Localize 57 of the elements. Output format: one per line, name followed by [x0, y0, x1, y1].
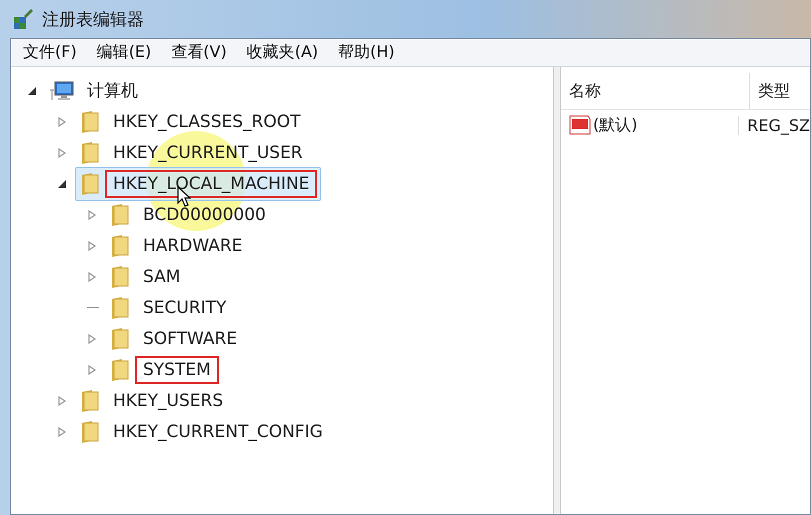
folder-icon: [79, 110, 101, 134]
menu-item[interactable]: 帮助(H): [338, 40, 395, 65]
collapsed-arrow-icon[interactable]: [87, 364, 97, 374]
folder-icon: [79, 388, 101, 412]
string-value-icon: [569, 115, 591, 135]
collapsed-arrow-icon[interactable]: [87, 272, 97, 282]
tree-item-label: SAM: [142, 266, 182, 288]
tree-item[interactable]: SOFTWARE: [105, 322, 250, 356]
value-type: REG_SZ: [738, 116, 810, 134]
tree-item[interactable]: HKEY_USERS: [75, 384, 236, 418]
menu-item[interactable]: 编辑(E): [96, 40, 152, 65]
collapsed-arrow-icon[interactable]: [57, 148, 67, 158]
collapsed-arrow-icon[interactable]: [57, 396, 67, 406]
tree-item[interactable]: BCD00000000: [105, 198, 278, 232]
tree-item-label: SYSTEM: [135, 356, 219, 384]
registry-editor-icon: [12, 8, 34, 30]
folder-icon: [79, 172, 101, 196]
folder-icon: [109, 358, 131, 382]
tree-item[interactable]: HARDWARE: [105, 228, 254, 262]
collapsed-arrow-icon[interactable]: [57, 116, 67, 126]
tree-item-label: HKEY_USERS: [112, 390, 224, 412]
tree-item-label: HKEY_CURRENT_USER: [112, 142, 304, 164]
folder-icon: [79, 420, 101, 444]
tree-item-label: HKEY_CURRENT_CONFIG: [112, 420, 324, 444]
column-header[interactable]: 类型: [749, 73, 810, 109]
tree-item-label: HKEY_CLASSES_ROOT: [112, 110, 302, 134]
tree-item-label: 计算机: [86, 80, 139, 103]
expanded-arrow-icon[interactable]: [57, 178, 67, 188]
tree-item[interactable]: HKEY_CURRENT_CONFIG: [75, 414, 335, 448]
menu-item[interactable]: 查看(V): [171, 40, 227, 65]
tree-item[interactable]: SYSTEM: [105, 352, 223, 386]
folder-icon: [79, 140, 101, 164]
collapsed-arrow-icon[interactable]: [57, 426, 67, 436]
collapsed-arrow-icon[interactable]: [87, 240, 97, 250]
window-title: 注册表编辑器: [42, 8, 144, 30]
folder-icon: [109, 296, 131, 320]
tree-item[interactable]: HKEY_CURRENT_USER: [75, 136, 315, 170]
column-header[interactable]: 名称: [561, 73, 749, 109]
tree-item[interactable]: SAM: [105, 260, 192, 294]
folder-icon: [109, 264, 131, 288]
value-name: (默认): [593, 114, 638, 136]
folder-icon: [109, 202, 131, 226]
folder-icon: [109, 326, 131, 350]
tree-item-label: HARDWARE: [142, 234, 244, 258]
menu-item[interactable]: 收藏夹(A): [246, 40, 318, 65]
tree-item[interactable]: SECURITY: [105, 290, 238, 324]
tree-item-label: BCD00000000: [142, 204, 267, 226]
menu-item[interactable]: 文件(F): [23, 40, 77, 65]
folder-icon: [109, 234, 131, 258]
computer-icon: [49, 80, 75, 102]
expanded-arrow-icon[interactable]: [27, 86, 37, 96]
tree-item[interactable]: HKEY_LOCAL_MACHINE: [75, 166, 322, 200]
tree-item-label: SECURITY: [142, 296, 228, 320]
tree-item-label: HKEY_LOCAL_MACHINE: [105, 170, 318, 198]
collapsed-arrow-icon[interactable]: [87, 334, 97, 344]
tree-item-label: SOFTWARE: [142, 328, 238, 350]
collapsed-arrow-icon[interactable]: [87, 210, 97, 220]
